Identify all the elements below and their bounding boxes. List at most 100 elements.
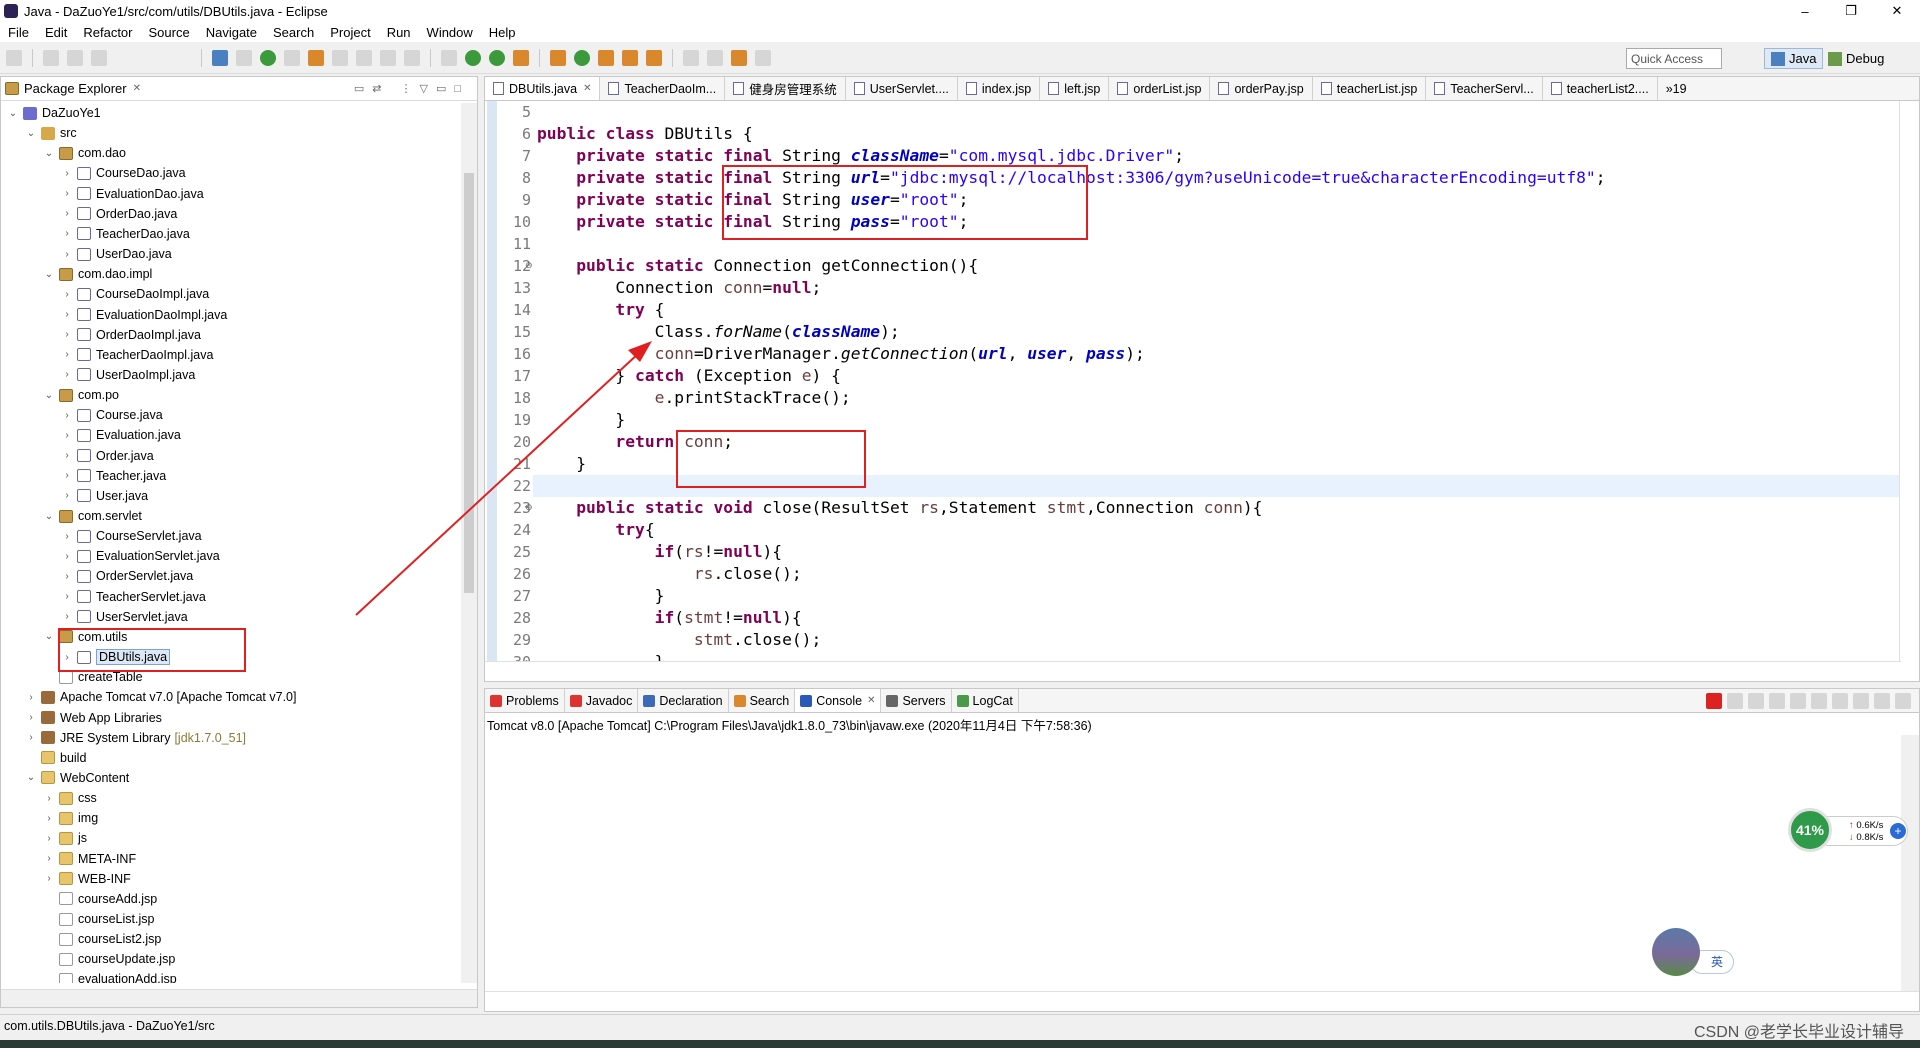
- code-line[interactable]: try {: [537, 299, 664, 321]
- chevron-down-icon[interactable]: ⌄: [43, 390, 55, 401]
- tree-item[interactable]: › EvaluationDao.java: [61, 184, 203, 204]
- chevron-right-icon[interactable]: ›: [43, 853, 55, 864]
- tree-item[interactable]: ⌄ com.dao.impl: [43, 264, 153, 284]
- tree-item[interactable]: › UserDaoImpl.java: [61, 365, 195, 385]
- tree-item[interactable]: courseUpdate.jsp: [43, 949, 175, 969]
- scrollbar-thumb[interactable]: [464, 173, 474, 593]
- close-window-button[interactable]: ✕: [1874, 0, 1920, 22]
- print-icon[interactable]: [91, 49, 107, 66]
- perspective-java-button[interactable]: Java: [1764, 48, 1824, 69]
- maximize-button[interactable]: ❐: [1828, 0, 1874, 22]
- new-interface-icon[interactable]: [380, 49, 396, 66]
- editor-tab[interactable]: orderPay.jsp: [1210, 77, 1313, 100]
- tree-vertical-scrollbar[interactable]: [461, 103, 477, 983]
- tree-item[interactable]: › CourseDao.java: [61, 163, 185, 183]
- tab-console[interactable]: Console ✕: [795, 689, 882, 712]
- package-explorer-tab[interactable]: Package Explorer ✕: [1, 81, 145, 96]
- minimize-view-icon[interactable]: [1874, 693, 1890, 709]
- save-icon[interactable]: [43, 49, 59, 66]
- perspective-debug-button[interactable]: Debug: [1822, 48, 1890, 69]
- chevron-right-icon[interactable]: ›: [61, 490, 73, 501]
- menu-edit[interactable]: Edit: [37, 25, 75, 40]
- tree-item[interactable]: ⌄ com.po: [43, 385, 119, 405]
- tree-item[interactable]: courseAdd.jsp: [43, 889, 157, 909]
- tree-item[interactable]: › EvaluationDaoImpl.java: [61, 305, 227, 325]
- open-task-icon[interactable]: [550, 49, 566, 66]
- tab-javadoc[interactable]: Javadoc: [565, 689, 639, 712]
- chevron-right-icon[interactable]: ›: [61, 329, 73, 340]
- code-line[interactable]: }: [537, 651, 665, 661]
- tree-item[interactable]: courseList2.jsp: [43, 929, 161, 949]
- editor-tab[interactable]: teacherList2....: [1543, 77, 1658, 100]
- tab-search[interactable]: Search: [729, 689, 796, 712]
- editor-tab[interactable]: UserServlet....: [846, 77, 958, 100]
- code-line[interactable]: Class.forName(className);: [537, 321, 900, 343]
- tree-item[interactable]: › JRE System Library [jdk1.7.0_51]: [25, 728, 246, 748]
- chevron-right-icon[interactable]: ›: [43, 793, 55, 804]
- tree-item[interactable]: › TeacherDaoImpl.java: [61, 345, 213, 365]
- debug-icon[interactable]: [441, 49, 457, 66]
- chevron-right-icon[interactable]: ›: [25, 712, 37, 723]
- open-folder-icon[interactable]: [598, 49, 614, 66]
- previous-annotation-icon[interactable]: [707, 49, 723, 66]
- chevron-right-icon[interactable]: ›: [61, 228, 73, 239]
- tree-item[interactable]: › UserServlet.java: [61, 607, 187, 627]
- open-type-icon[interactable]: [404, 49, 420, 66]
- tab-declaration[interactable]: Declaration: [638, 689, 729, 712]
- tree-item[interactable]: › Apache Tomcat v7.0 [Apache Tomcat v7.0]: [25, 687, 296, 707]
- chevron-down-icon[interactable]: ⌄: [43, 269, 55, 280]
- pin-console-icon[interactable]: [1811, 693, 1827, 709]
- menu-search[interactable]: Search: [265, 25, 322, 40]
- code-line[interactable]: try{: [537, 519, 654, 541]
- new-icon[interactable]: [6, 49, 22, 66]
- menu-refactor[interactable]: Refactor: [75, 25, 140, 40]
- tab-overflow[interactable]: »19: [1658, 77, 1695, 100]
- search-icon[interactable]: [646, 49, 662, 66]
- remove-launch-icon[interactable]: [1727, 693, 1743, 709]
- chevron-right-icon[interactable]: ›: [61, 571, 73, 582]
- tree-item[interactable]: ⌄ WebContent: [25, 768, 129, 788]
- menu-window[interactable]: Window: [419, 25, 481, 40]
- code-line[interactable]: rs.close();: [537, 563, 802, 585]
- chevron-right-icon[interactable]: ›: [25, 692, 37, 703]
- tree-item[interactable]: › WEB-INF: [43, 869, 130, 889]
- new-class-icon[interactable]: [356, 49, 372, 66]
- editor-tab[interactable]: DBUtils.java ✕: [485, 77, 601, 100]
- code-line[interactable]: private static final String className="c…: [537, 145, 1184, 167]
- tree-item[interactable]: › CourseDaoImpl.java: [61, 284, 209, 304]
- chevron-right-icon[interactable]: ›: [25, 732, 37, 743]
- chevron-right-icon[interactable]: ›: [61, 410, 73, 421]
- menu-run[interactable]: Run: [379, 25, 419, 40]
- plus-icon[interactable]: +: [1890, 823, 1906, 839]
- code-line[interactable]: stmt.close();: [537, 629, 821, 651]
- tab-problems[interactable]: Problems: [485, 689, 565, 712]
- fold-icon[interactable]: ⊖: [525, 502, 533, 513]
- server-icon[interactable]: [260, 49, 276, 66]
- forward-icon[interactable]: [755, 49, 771, 66]
- editor-tab[interactable]: TeacherDaoIm...: [600, 77, 726, 100]
- menu-file[interactable]: File: [0, 25, 37, 40]
- back-icon[interactable]: [731, 49, 747, 66]
- tree-horizontal-scrollbar[interactable]: [1, 989, 477, 1007]
- chevron-right-icon[interactable]: ›: [61, 249, 73, 260]
- code-line[interactable]: if(stmt!=null){: [537, 607, 802, 629]
- tree-item[interactable]: › Evaluation.java: [61, 425, 180, 445]
- chevron-right-icon[interactable]: ›: [61, 369, 73, 380]
- tree-item[interactable]: build: [25, 748, 86, 768]
- chevron-down-icon[interactable]: ⌄: [7, 108, 19, 119]
- new-java-project-icon[interactable]: [308, 49, 324, 66]
- chevron-down-icon[interactable]: ⌄: [43, 511, 55, 522]
- chevron-right-icon[interactable]: ›: [61, 188, 73, 199]
- coverage-icon[interactable]: [489, 49, 505, 66]
- console-vertical-scrollbar[interactable]: [1901, 735, 1919, 991]
- chevron-down-icon[interactable]: ⌄: [25, 772, 37, 783]
- code-line[interactable]: public class DBUtils {: [537, 123, 753, 145]
- code-line[interactable]: if(rs!=null){: [537, 541, 782, 563]
- editor-tab[interactable]: index.jsp: [958, 77, 1041, 100]
- skip-breakpoints-icon[interactable]: [212, 49, 228, 66]
- ime-widget[interactable]: 英: [1650, 928, 1736, 978]
- editor-tab[interactable]: left.jsp: [1040, 77, 1110, 100]
- tree-item[interactable]: ⌄ src: [25, 123, 77, 143]
- menu-source[interactable]: Source: [141, 25, 198, 40]
- close-icon[interactable]: ✕: [583, 83, 591, 94]
